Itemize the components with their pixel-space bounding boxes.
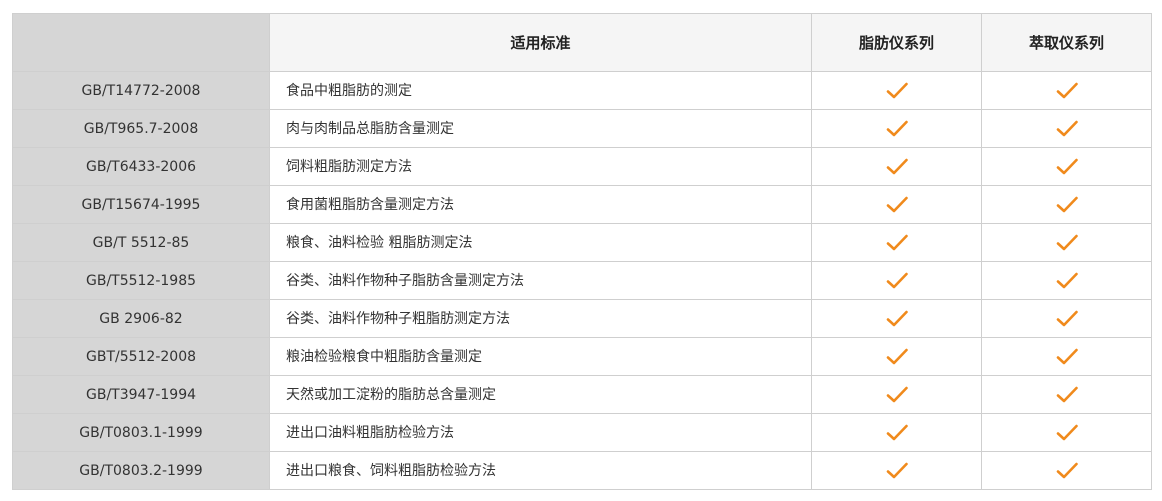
table-row: GBT/5512-2008 粮油检验粮食中粗脂肪含量测定 — [12, 337, 1152, 376]
standard-code-cell: GB/T3947-1994 — [12, 375, 270, 414]
table-row: GB/T 5512-85 粮食、油料检验 粗脂肪测定法 — [12, 223, 1152, 262]
table-row: GB/T965.7-2008 肉与肉制品总脂肪含量测定 — [12, 109, 1152, 148]
fat-series-cell — [811, 261, 982, 300]
fat-series-cell — [811, 109, 982, 148]
checkmark-icon — [886, 234, 908, 250]
table-row: GB/T0803.2-1999 进出口粮食、饲料粗脂肪检验方法 — [12, 451, 1152, 490]
standard-description-cell: 进出口粮食、饲料粗脂肪检验方法 — [269, 451, 812, 490]
extraction-series-cell — [981, 223, 1152, 262]
standard-code-cell: GB/T5512-1985 — [12, 261, 270, 300]
standard-code-cell: GB/T14772-2008 — [12, 71, 270, 110]
extraction-series-cell — [981, 451, 1152, 490]
standards-table: 适用标准 脂肪仪系列 萃取仪系列 GB/T14772-2008 食品中粗脂肪的测… — [12, 13, 1152, 490]
extraction-series-cell — [981, 261, 1152, 300]
table-body: GB/T14772-2008 食品中粗脂肪的测定 GB/T965.7-2008 … — [12, 71, 1152, 490]
standard-description-cell: 进出口油料粗脂肪检验方法 — [269, 413, 812, 452]
fat-series-cell — [811, 375, 982, 414]
checkmark-icon — [886, 348, 908, 364]
standard-code-cell: GB/T0803.1-1999 — [12, 413, 270, 452]
standard-description-cell: 食品中粗脂肪的测定 — [269, 71, 812, 110]
checkmark-icon — [1056, 462, 1078, 478]
fat-series-cell — [811, 71, 982, 110]
checkmark-icon — [1056, 348, 1078, 364]
header-extraction-series: 萃取仪系列 — [981, 13, 1152, 72]
extraction-series-cell — [981, 299, 1152, 338]
standard-description-cell: 粮食、油料检验 粗脂肪测定法 — [269, 223, 812, 262]
standard-code-cell: GB/T15674-1995 — [12, 185, 270, 224]
table-row: GB/T0803.1-1999 进出口油料粗脂肪检验方法 — [12, 413, 1152, 452]
checkmark-icon — [1056, 158, 1078, 174]
standards-table-container: 适用标准 脂肪仪系列 萃取仪系列 GB/T14772-2008 食品中粗脂肪的测… — [12, 13, 1152, 490]
fat-series-cell — [811, 223, 982, 262]
standard-description-cell: 谷类、油料作物种子粗脂肪测定方法 — [269, 299, 812, 338]
extraction-series-cell — [981, 375, 1152, 414]
fat-series-cell — [811, 185, 982, 224]
checkmark-icon — [1056, 82, 1078, 98]
checkmark-icon — [1056, 272, 1078, 288]
fat-series-cell — [811, 451, 982, 490]
standard-code-cell: GB 2906-82 — [12, 299, 270, 338]
standard-code-cell: GB/T6433-2006 — [12, 147, 270, 186]
standard-description-cell: 谷类、油料作物种子脂肪含量测定方法 — [269, 261, 812, 300]
table-row: GB/T3947-1994 天然或加工淀粉的脂肪总含量测定 — [12, 375, 1152, 414]
header-corner-cell — [12, 13, 270, 72]
standard-code-cell: GB/T0803.2-1999 — [12, 451, 270, 490]
fat-series-cell — [811, 299, 982, 338]
table-header-row: 适用标准 脂肪仪系列 萃取仪系列 — [12, 13, 1152, 72]
checkmark-icon — [1056, 196, 1078, 212]
checkmark-icon — [886, 462, 908, 478]
header-standard: 适用标准 — [269, 13, 812, 72]
checkmark-icon — [886, 310, 908, 326]
fat-series-cell — [811, 413, 982, 452]
table-row: GB/T15674-1995 食用菌粗脂肪含量测定方法 — [12, 185, 1152, 224]
fat-series-cell — [811, 147, 982, 186]
checkmark-icon — [1056, 310, 1078, 326]
fat-series-cell — [811, 337, 982, 376]
standard-description-cell: 肉与肉制品总脂肪含量测定 — [269, 109, 812, 148]
table-row: GB/T6433-2006 饲料粗脂肪测定方法 — [12, 147, 1152, 186]
table-row: GB/T5512-1985 谷类、油料作物种子脂肪含量测定方法 — [12, 261, 1152, 300]
checkmark-icon — [886, 120, 908, 136]
standard-code-cell: GBT/5512-2008 — [12, 337, 270, 376]
checkmark-icon — [1056, 234, 1078, 250]
table-row: GB 2906-82 谷类、油料作物种子粗脂肪测定方法 — [12, 299, 1152, 338]
table-row: GB/T14772-2008 食品中粗脂肪的测定 — [12, 71, 1152, 110]
extraction-series-cell — [981, 109, 1152, 148]
standard-code-cell: GB/T 5512-85 — [12, 223, 270, 262]
checkmark-icon — [1056, 424, 1078, 440]
checkmark-icon — [886, 196, 908, 212]
standard-code-cell: GB/T965.7-2008 — [12, 109, 270, 148]
extraction-series-cell — [981, 413, 1152, 452]
checkmark-icon — [886, 272, 908, 288]
extraction-series-cell — [981, 147, 1152, 186]
checkmark-icon — [886, 82, 908, 98]
standard-description-cell: 粮油检验粮食中粗脂肪含量测定 — [269, 337, 812, 376]
checkmark-icon — [886, 424, 908, 440]
checkmark-icon — [1056, 120, 1078, 136]
checkmark-icon — [1056, 386, 1078, 402]
standard-description-cell: 天然或加工淀粉的脂肪总含量测定 — [269, 375, 812, 414]
extraction-series-cell — [981, 185, 1152, 224]
checkmark-icon — [886, 386, 908, 402]
checkmark-icon — [886, 158, 908, 174]
extraction-series-cell — [981, 71, 1152, 110]
standard-description-cell: 饲料粗脂肪测定方法 — [269, 147, 812, 186]
extraction-series-cell — [981, 337, 1152, 376]
standard-description-cell: 食用菌粗脂肪含量测定方法 — [269, 185, 812, 224]
header-fat-series: 脂肪仪系列 — [811, 13, 982, 72]
